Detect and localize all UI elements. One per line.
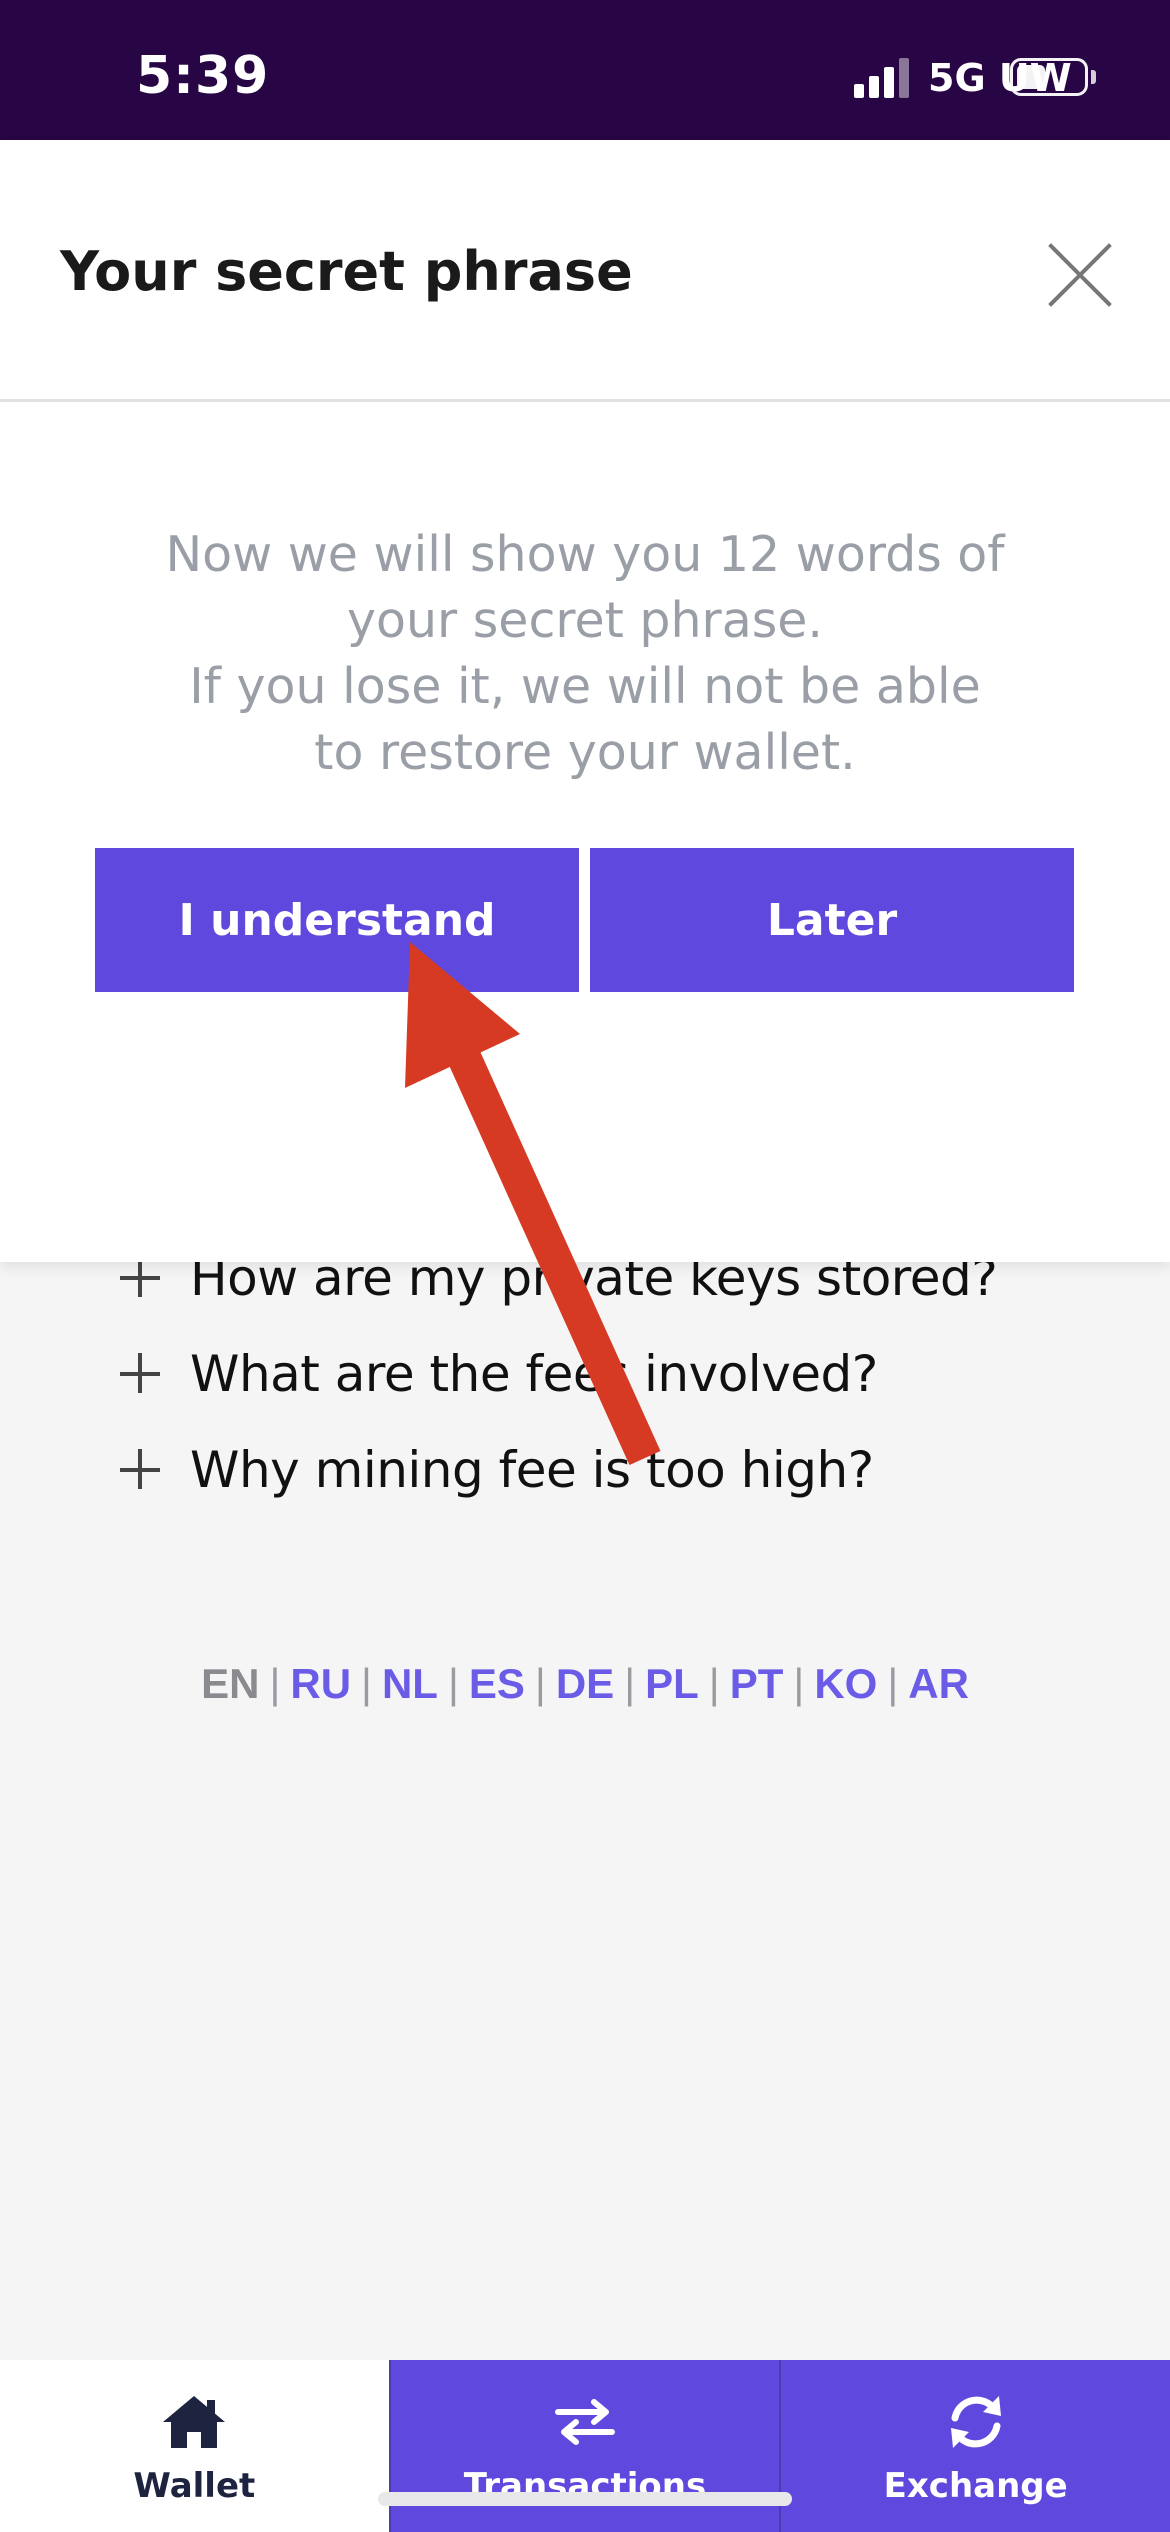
message-line: If you lose it, we will not be able [189,658,981,715]
status-time: 5:39 [136,46,270,106]
lang-ar[interactable]: AR [908,1660,969,1707]
modal-header: Your secret phrase [0,140,1170,402]
plus-icon [120,1353,162,1395]
battery-tip [1091,70,1096,84]
separator: | [361,1660,372,1707]
later-button[interactable]: Later [590,848,1074,992]
lang-pt[interactable]: PT [730,1660,784,1707]
i-understand-button[interactable]: I understand [95,848,579,992]
message-line: Now we will show you 12 words of [165,526,1005,583]
bottom-nav: Wallet Transactions Exchange [0,2360,1170,2532]
faq-item[interactable]: Why mining fee is too high? [120,1422,1080,1518]
close-icon[interactable] [1040,236,1120,316]
message-line: to restore your wallet. [314,724,856,781]
separator: | [269,1660,281,1707]
separator: | [447,1660,459,1707]
plus-icon [120,1449,162,1491]
nav-wallet[interactable]: Wallet [0,2360,389,2532]
separator: | [887,1660,899,1707]
refresh-icon [950,2396,1001,2448]
transfer-arrows-icon [555,2399,615,2445]
lang-es[interactable]: ES [469,1660,525,1707]
faq-item[interactable]: What are the fees involved? [120,1326,1080,1422]
nav-transactions[interactable]: Transactions [388,2360,780,2532]
status-bar: 5:39 5G UW [0,0,1170,140]
nav-label: Wallet [133,2466,256,2506]
nav-exchange[interactable]: Exchange [779,2360,1170,2532]
battery-icon [1010,58,1088,96]
language-selector: EN | RU | NL | ES | DE | PL | PT | KO | AR [0,1660,1170,1708]
message-line: your secret phrase. [347,592,823,649]
lang-pl[interactable]: PL [645,1660,699,1707]
separator: | [534,1660,546,1707]
signal-icon [854,58,909,98]
lang-en[interactable]: EN [201,1660,259,1707]
lang-ru[interactable]: RU [290,1660,351,1707]
faq-question: What are the fees involved? [190,1345,878,1403]
separator: | [624,1660,636,1707]
modal-message: Now we will show you 12 words of your se… [100,522,1070,786]
faq-list: How are my private keys stored? What are… [120,1230,1080,1518]
lang-ko[interactable]: KO [814,1660,877,1707]
separator: | [708,1660,720,1707]
home-indicator[interactable] [378,2492,792,2506]
modal-title: Your secret phrase [60,240,633,303]
faq-question: Why mining fee is too high? [190,1441,874,1499]
home-icon [163,2396,226,2448]
separator: | [793,1660,805,1707]
nav-label: Exchange [883,2466,1068,2506]
lang-nl[interactable]: NL [382,1660,438,1707]
lang-de[interactable]: DE [556,1660,614,1707]
plus-icon [120,1257,162,1299]
secret-phrase-modal: Your secret phrase Now we will show you … [0,140,1170,1262]
